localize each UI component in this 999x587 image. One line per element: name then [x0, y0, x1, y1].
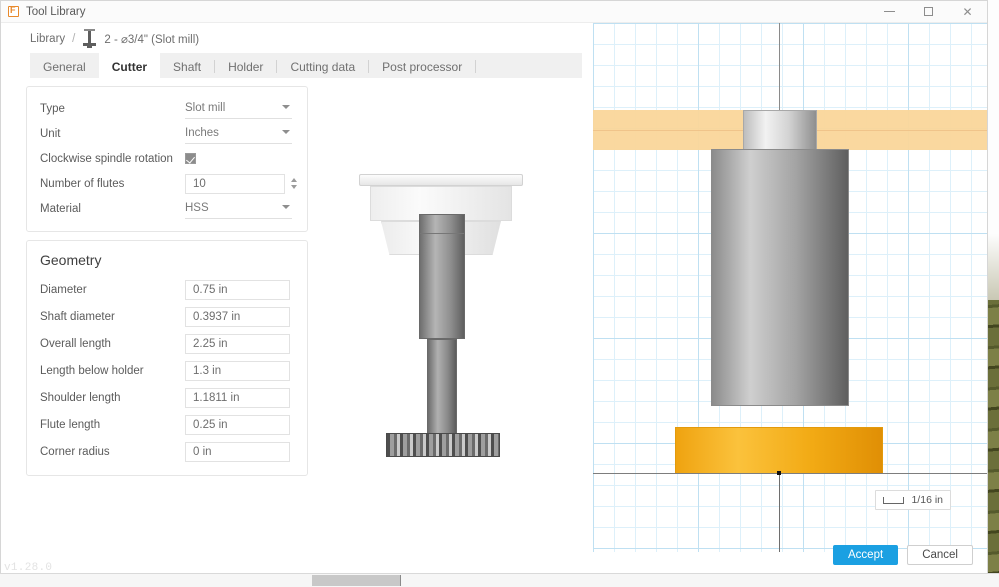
scale-bracket-icon	[883, 496, 905, 504]
tool-section-viewport[interactable]: 1/16 in	[593, 23, 987, 552]
maximize-button[interactable]	[909, 1, 948, 22]
center-axis-lower	[779, 473, 780, 552]
material-label: Material	[40, 202, 81, 215]
stepper-up-icon[interactable]	[290, 178, 297, 182]
flutes-label: Number of flutes	[40, 177, 125, 190]
window-title: Tool Library	[26, 5, 86, 18]
accept-button[interactable]: Accept	[833, 545, 899, 565]
chevron-down-icon	[282, 105, 290, 109]
scale-indicator: 1/16 in	[875, 490, 951, 510]
corner-radius-label: Corner radius	[40, 445, 110, 458]
diameter-label: Diameter	[40, 283, 87, 296]
clockwise-rotation-checkbox[interactable]	[185, 153, 196, 164]
shoulder-length-label: Shoulder length	[40, 391, 121, 404]
slot-mill-icon	[82, 29, 97, 48]
flute-length-label: Flute length	[40, 418, 101, 431]
row-flute-length: Flute length 0.25 in	[40, 411, 307, 438]
overall-length-value: 2.25 in	[193, 337, 228, 350]
shaft-lower-section	[711, 149, 849, 406]
cancel-button[interactable]: Cancel	[907, 545, 973, 565]
fusion-f-icon	[8, 5, 19, 17]
flute-length-input[interactable]: 0.25 in	[185, 414, 290, 435]
tab-shaft[interactable]: Shaft	[160, 53, 214, 80]
tab-holder[interactable]: Holder	[215, 53, 276, 80]
diameter-value: 0.75 in	[193, 283, 228, 296]
window-titlebar: Tool Library ✕	[1, 1, 987, 23]
shaft-upper-section	[743, 110, 817, 150]
row-unit: Unit Inches	[40, 121, 307, 146]
shoulder-length-value: 1.1811 in	[193, 391, 240, 404]
tool-library-window: Tool Library ✕ Library / 2 - ⌀3/4" (Slot…	[0, 0, 988, 574]
row-flutes: Number of flutes 10	[40, 171, 307, 196]
row-shoulder-length: Shoulder length 1.1811 in	[40, 384, 307, 411]
flute-length-value: 0.25 in	[193, 418, 228, 431]
cutter-section	[675, 427, 883, 474]
scale-label: 1/16 in	[911, 494, 943, 506]
rotation-label: Clockwise spindle rotation	[40, 152, 173, 165]
diameter-input[interactable]: 0.75 in	[185, 279, 290, 300]
flutes-input[interactable]: 10	[185, 173, 285, 194]
tab-general[interactable]: General	[30, 53, 99, 80]
row-shaft-diameter: Shaft diameter 0.3937 in	[40, 303, 307, 330]
shaft-upper	[419, 214, 465, 339]
stepper-down-icon[interactable]	[290, 185, 297, 189]
row-type: Type Slot mill	[40, 96, 307, 121]
flutes-stepper[interactable]	[288, 174, 299, 194]
length-below-holder-value: 1.3 in	[193, 364, 222, 377]
type-select[interactable]: Slot mill	[185, 98, 292, 119]
tab-divider	[475, 60, 477, 73]
row-diameter: Diameter 0.75 in	[40, 276, 307, 303]
row-material: Material HSS	[40, 196, 307, 221]
overall-length-label: Overall length	[40, 337, 111, 350]
overall-length-input[interactable]: 2.25 in	[185, 333, 290, 354]
dialog-footer: Accept Cancel	[833, 545, 973, 565]
cutter-disc	[386, 433, 500, 457]
chevron-down-icon	[282, 130, 290, 134]
breadcrumb-root[interactable]: Library	[30, 33, 65, 45]
corner-radius-value: 0 in	[193, 445, 212, 458]
tab-bar: General Cutter Shaft Holder Cutting data…	[30, 53, 582, 81]
type-value: Slot mill	[185, 102, 226, 114]
breadcrumb-current: 2 - ⌀3/4" (Slot mill)	[104, 33, 200, 46]
tab-cutting-data[interactable]: Cutting data	[277, 53, 368, 80]
material-value: HSS	[185, 202, 209, 214]
geometry-title: Geometry	[40, 252, 102, 268]
flutes-value: 10	[193, 177, 206, 190]
taskbar[interactable]	[0, 573, 999, 587]
close-icon: ✕	[962, 4, 973, 19]
taskbar-scroll-thumb[interactable]	[312, 575, 401, 586]
tab-post-processor[interactable]: Post processor	[369, 53, 475, 80]
tab-cutter[interactable]: Cutter	[98, 53, 161, 80]
unit-label: Unit	[40, 127, 61, 140]
row-rotation: Clockwise spindle rotation	[40, 146, 307, 171]
cutter-properties-card: Type Slot mill Unit Inches Clockwise spi…	[26, 86, 308, 232]
length-below-holder-label: Length below holder	[40, 364, 144, 377]
shoulder-length-input[interactable]: 1.1811 in	[185, 387, 290, 408]
shaft-lower	[427, 339, 457, 444]
shaft-diameter-label: Shaft diameter	[40, 310, 115, 323]
tool-3d-preview[interactable]	[331, 111, 571, 457]
window-controls: ✕	[870, 1, 987, 22]
row-overall-length: Overall length 2.25 in	[40, 330, 307, 357]
type-label: Type	[40, 102, 65, 115]
geometry-card: Geometry Diameter 0.75 in Shaft diameter…	[26, 240, 308, 476]
chevron-down-icon	[282, 205, 290, 209]
material-select[interactable]: HSS	[185, 198, 292, 219]
row-corner-radius: Corner radius 0 in	[40, 438, 307, 465]
corner-radius-input[interactable]: 0 in	[185, 441, 290, 462]
unit-select[interactable]: Inches	[185, 123, 292, 144]
origin-point	[777, 471, 781, 475]
holder-flange	[359, 174, 523, 186]
maximize-icon	[924, 7, 933, 16]
breadcrumb-separator: /	[72, 32, 76, 45]
horizontal-axis	[593, 473, 987, 474]
length-below-holder-input[interactable]: 1.3 in	[185, 360, 290, 381]
minimize-icon	[884, 11, 895, 12]
row-length-below-holder: Length below holder 1.3 in	[40, 357, 307, 384]
shaft-diameter-value: 0.3937 in	[193, 310, 241, 323]
close-button[interactable]: ✕	[948, 1, 987, 22]
shaft-diameter-input[interactable]: 0.3937 in	[185, 306, 290, 327]
unit-value: Inches	[185, 127, 219, 139]
minimize-button[interactable]	[870, 1, 909, 22]
